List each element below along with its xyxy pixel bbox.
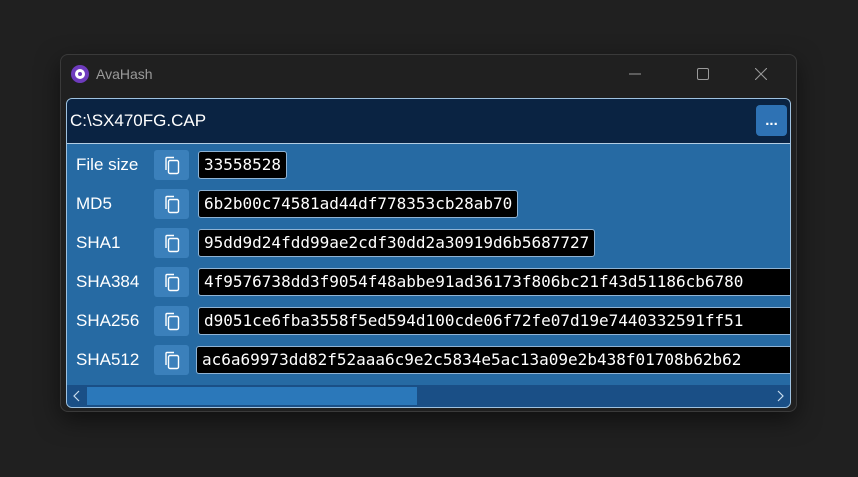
copy-button[interactable] <box>154 150 189 180</box>
app-window: AvaHash C:\SX470FG.CAP ... File size 335… <box>60 54 797 412</box>
close-icon <box>755 68 767 80</box>
hash-row-file-size: File size 33558528 <box>67 146 790 182</box>
hash-row-sha512: SHA512 ac6a69973dd82f52aaa6c9e2c5834e5ac… <box>67 341 790 377</box>
copy-icon <box>165 234 180 253</box>
title-bar[interactable]: AvaHash <box>61 55 796 93</box>
path-bar: C:\SX470FG.CAP ... <box>67 99 790 144</box>
row-label: SHA1 <box>76 233 121 252</box>
copy-button[interactable] <box>154 267 189 297</box>
hash-row-md5: MD5 6b2b00c74581ad44df778353cb28ab70 <box>67 185 790 221</box>
copy-button[interactable] <box>154 345 189 375</box>
hash-value[interactable]: 95dd9d24fdd99ae2cdf30dd2a30919d6b5687727 <box>198 229 596 257</box>
scroll-left-icon[interactable] <box>69 388 85 404</box>
copy-icon <box>165 273 180 292</box>
avahash-logo-icon <box>71 65 89 83</box>
close-button[interactable] <box>738 55 784 93</box>
copy-icon <box>165 312 180 331</box>
row-label: SHA384 <box>76 272 140 291</box>
maximize-icon <box>697 68 709 80</box>
scrollbar-thumb[interactable] <box>87 387 417 405</box>
hash-value[interactable]: 4f9576738dd3f9054f48abbe91ad36173f806bc2… <box>198 268 790 296</box>
file-path-field[interactable]: C:\SX470FG.CAP <box>70 111 206 131</box>
copy-button[interactable] <box>154 189 189 219</box>
scroll-right-icon[interactable] <box>772 388 788 404</box>
hash-list: File size 33558528 MD5 6b2b00c74581ad44d… <box>67 144 790 385</box>
copy-icon <box>165 156 180 175</box>
row-label: MD5 <box>76 194 112 213</box>
row-label: SHA512 <box>76 350 140 369</box>
hash-value[interactable]: 6b2b00c74581ad44df778353cb28ab70 <box>198 190 519 218</box>
hash-value[interactable]: d9051ce6fba3558f5ed594d100cde06f72fe07d1… <box>198 307 790 335</box>
horizontal-scrollbar[interactable] <box>67 385 790 407</box>
minimize-button[interactable] <box>612 55 658 93</box>
row-label: SHA256 <box>76 311 140 330</box>
hash-row-sha384: SHA384 4f9576738dd3f9054f48abbe91ad36173… <box>67 263 790 299</box>
row-label: File size <box>76 155 139 174</box>
copy-icon <box>165 195 180 214</box>
hash-row-sha256: SHA256 d9051ce6fba3558f5ed594d100cde06f7… <box>67 302 790 338</box>
copy-icon <box>165 351 180 370</box>
maximize-button[interactable] <box>680 55 726 93</box>
hash-row-sha1: SHA1 95dd9d24fdd99ae2cdf30dd2a30919d6b56… <box>67 224 790 260</box>
hash-value[interactable]: 33558528 <box>198 151 288 179</box>
window-title: AvaHash <box>96 66 153 82</box>
copy-button[interactable] <box>154 306 189 336</box>
browse-button[interactable]: ... <box>756 105 787 136</box>
hash-value[interactable]: ac6a69973dd82f52aaa6c9e2c5834e5ac13a09e2… <box>196 346 790 374</box>
main-panel: C:\SX470FG.CAP ... File size 33558528 MD… <box>66 98 791 408</box>
copy-button[interactable] <box>154 228 189 258</box>
minimize-icon <box>629 73 641 75</box>
